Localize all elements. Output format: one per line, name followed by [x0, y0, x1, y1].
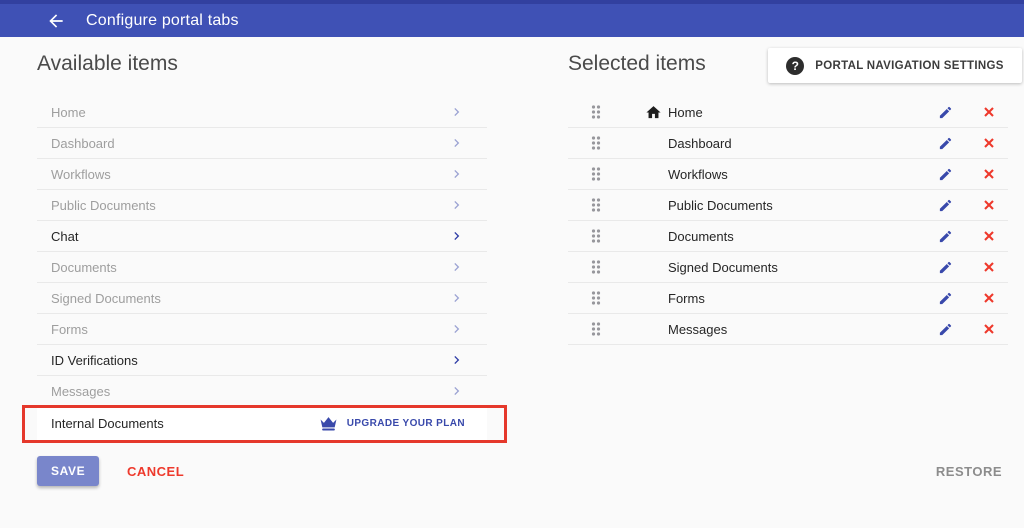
chevron-right-icon [449, 259, 465, 275]
selected-item-public-documents: Public Documents [568, 190, 1008, 221]
selected-item-messages: Messages [568, 314, 1008, 345]
remove-x-icon[interactable] [982, 167, 996, 181]
selected-item-dashboard: Dashboard [568, 128, 1008, 159]
edit-pencil-icon[interactable] [938, 229, 953, 244]
remove-x-icon[interactable] [982, 136, 996, 150]
edit-pencil-icon[interactable] [938, 260, 953, 275]
drag-handle-icon[interactable] [590, 135, 602, 151]
selected-item-label: Messages [668, 321, 728, 337]
configure-portal-tabs-page: Configure portal tabs Available items Ho… [0, 0, 1024, 528]
drag-handle-icon[interactable] [590, 321, 602, 337]
available-items-panel: Available items Home Dashboard Workflows… [22, 50, 507, 443]
drag-handle-icon[interactable] [590, 290, 602, 306]
available-item-public-documents: Public Documents [37, 190, 487, 221]
remove-x-icon[interactable] [982, 105, 996, 119]
available-item-label: Internal Documents [51, 415, 164, 431]
selected-items-list: Home Dashboard Workflows Public Document… [568, 97, 1008, 345]
selected-item-label: Public Documents [668, 197, 773, 213]
available-items-list: Home Dashboard Workflows Public Document… [22, 97, 507, 443]
selected-item-documents: Documents [568, 221, 1008, 252]
selected-item-label: Home [668, 104, 703, 120]
available-item-label: Dashboard [51, 135, 115, 151]
edit-pencil-icon[interactable] [938, 167, 953, 182]
selected-item-signed-documents: Signed Documents [568, 252, 1008, 283]
available-item-label: Messages [51, 383, 111, 399]
selected-item-home: Home [568, 97, 1008, 128]
selected-item-label: Dashboard [668, 135, 732, 151]
portal-navigation-settings-label: PORTAL NAVIGATION SETTINGS [815, 59, 1004, 72]
available-item-documents: Documents [37, 252, 487, 283]
app-bar: Configure portal tabs [0, 0, 1024, 37]
remove-x-icon[interactable] [982, 198, 996, 212]
edit-pencil-icon[interactable] [938, 291, 953, 306]
save-button[interactable]: SAVE [37, 456, 100, 486]
remove-x-icon[interactable] [982, 322, 996, 336]
selected-item-label: Documents [668, 228, 734, 244]
remove-x-icon[interactable] [982, 260, 996, 274]
selected-item-forms: Forms [568, 283, 1008, 314]
upgrade-your-plan-link[interactable]: UPGRADE YOUR PLAN [319, 415, 465, 431]
available-item-label: ID Verifications [51, 352, 138, 368]
chevron-right-icon [449, 352, 465, 368]
available-item-label: Forms [51, 321, 88, 337]
remove-x-icon[interactable] [982, 229, 996, 243]
available-items-heading: Available items [37, 52, 178, 75]
chevron-right-icon [449, 104, 465, 120]
upgrade-your-plan-label: UPGRADE YOUR PLAN [346, 417, 465, 429]
chevron-right-icon [449, 166, 465, 182]
available-item-forms: Forms [37, 314, 487, 345]
available-item-label: Documents [51, 259, 117, 275]
selected-items-panel: Selected items Home Dashboard Workflows [568, 50, 1008, 345]
chevron-right-icon [449, 321, 465, 337]
drag-handle-icon[interactable] [590, 166, 602, 182]
drag-handle-icon[interactable] [590, 197, 602, 213]
edit-pencil-icon[interactable] [938, 198, 953, 213]
back-arrow-icon[interactable] [44, 9, 68, 33]
chevron-right-icon [449, 135, 465, 151]
available-item-label: Home [51, 104, 86, 120]
selected-item-label: Signed Documents [668, 259, 778, 275]
available-item-signed-documents: Signed Documents [37, 283, 487, 314]
available-item-dashboard: Dashboard [37, 128, 487, 159]
home-icon [645, 104, 668, 121]
available-item-label: Chat [51, 228, 79, 244]
available-item-workflows: Workflows [37, 159, 487, 190]
chevron-right-icon [449, 290, 465, 306]
available-item-label: Workflows [51, 166, 111, 182]
available-item-chat[interactable]: Chat [37, 221, 487, 252]
available-item-label: Signed Documents [51, 290, 161, 306]
restore-button[interactable]: RESTORE [936, 464, 1002, 479]
chevron-right-icon [449, 197, 465, 213]
drag-handle-icon[interactable] [590, 104, 602, 120]
page-title: Configure portal tabs [86, 11, 239, 29]
edit-pencil-icon[interactable] [938, 136, 953, 151]
help-question-icon: ? [786, 56, 805, 75]
drag-handle-icon[interactable] [590, 259, 602, 275]
edit-pencil-icon[interactable] [938, 105, 953, 120]
remove-x-icon[interactable] [982, 291, 996, 305]
available-item-home: Home [37, 97, 487, 128]
available-item-id-verifications[interactable]: ID Verifications [37, 345, 487, 376]
selected-item-workflows: Workflows [568, 159, 1008, 190]
edit-pencil-icon[interactable] [938, 322, 953, 337]
chevron-right-icon [449, 383, 465, 399]
available-item-internal-documents: Internal Documents UPGRADE YOUR PLAN [22, 405, 507, 443]
selected-item-label: Forms [668, 290, 705, 306]
cancel-button[interactable]: CANCEL [127, 464, 184, 479]
selected-item-label: Workflows [668, 166, 728, 182]
portal-navigation-settings-button[interactable]: ? PORTAL NAVIGATION SETTINGS [768, 48, 1022, 83]
drag-handle-icon[interactable] [590, 228, 602, 244]
available-item-label: Public Documents [51, 197, 156, 213]
chevron-right-icon [449, 228, 465, 244]
available-item-messages: Messages [37, 376, 487, 407]
crown-icon [319, 415, 338, 431]
